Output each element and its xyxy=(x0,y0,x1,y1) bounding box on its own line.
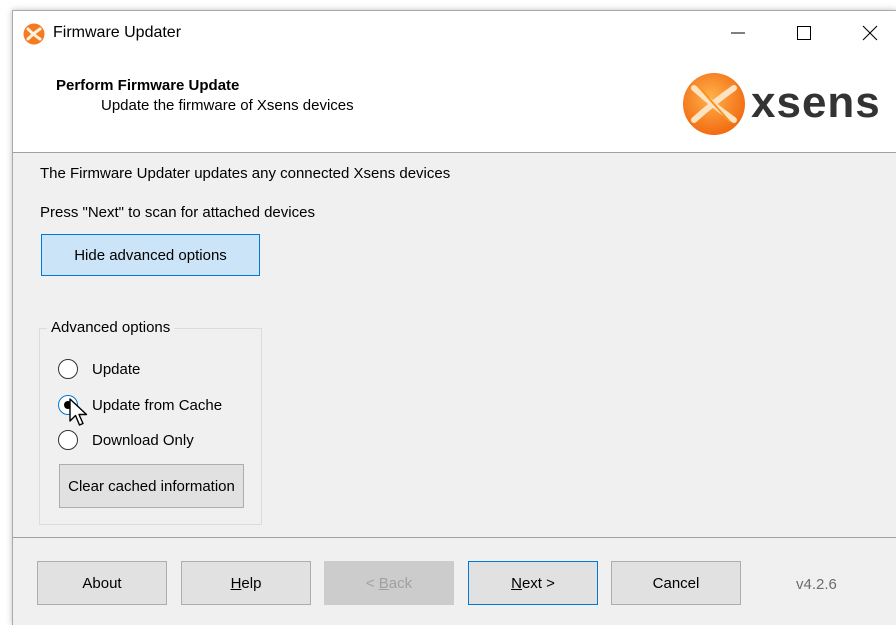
toggle-advanced-options-label: Hide advanced options xyxy=(74,246,227,264)
back-label: < Back xyxy=(366,575,412,592)
radio-download-only-label: Download Only xyxy=(92,431,194,449)
window-title: Firmware Updater xyxy=(53,24,182,41)
xsens-app-icon xyxy=(23,23,45,45)
cancel-label: Cancel xyxy=(652,574,700,592)
wizard-header: Perform Firmware Update Update the firmw… xyxy=(13,55,896,153)
page-title: Perform Firmware Update xyxy=(56,77,240,94)
close-icon xyxy=(862,25,878,41)
about-button[interactable]: About xyxy=(37,561,167,605)
xsens-logo-text: xsens xyxy=(751,78,881,127)
next-label-rest: ext > xyxy=(521,574,555,592)
footer-separator xyxy=(13,537,896,538)
help-mnemonic: H xyxy=(230,574,242,592)
minimize-icon xyxy=(731,32,745,34)
clear-cached-information-button[interactable]: Clear cached information xyxy=(59,464,244,508)
back-button[interactable]: < Back xyxy=(324,561,454,605)
title-bar: Firmware Updater xyxy=(13,11,896,55)
radio-update-circle[interactable] xyxy=(58,359,78,379)
back-mnemonic: B xyxy=(378,574,389,592)
about-label: About xyxy=(82,574,122,592)
minimize-button[interactable] xyxy=(715,11,761,55)
help-label-rest: elp xyxy=(241,574,262,592)
firmware-updater-window: Firmware Updater Perform Firmware Update… xyxy=(12,10,896,625)
close-button[interactable] xyxy=(847,11,893,55)
intro-text: The Firmware Updater updates any connect… xyxy=(40,165,451,182)
instruction-text: Press "Next" to scan for attached device… xyxy=(40,204,315,221)
back-label-rest: ack xyxy=(388,574,413,592)
radio-download-only[interactable]: Download Only xyxy=(58,428,194,452)
radio-update-label: Update xyxy=(92,360,141,378)
radio-update[interactable]: Update xyxy=(58,357,140,381)
toggle-advanced-options-button[interactable]: Hide advanced options xyxy=(41,234,260,276)
advanced-options-label: Advanced options xyxy=(47,319,175,336)
help-label: Help xyxy=(231,575,262,592)
next-label: Next > xyxy=(511,575,555,592)
maximize-button[interactable] xyxy=(781,11,827,55)
back-prefix: < xyxy=(365,574,379,592)
xsens-logo-icon xyxy=(683,73,745,135)
next-mnemonic: N xyxy=(511,574,522,592)
help-button[interactable]: Help xyxy=(181,561,311,605)
version-label: v4.2.6 xyxy=(796,576,837,593)
mouse-pointer-icon xyxy=(69,398,88,426)
radio-update-from-cache-label: Update from Cache xyxy=(92,396,223,414)
page-subtitle: Update the firmware of Xsens devices xyxy=(101,97,354,114)
cancel-button[interactable]: Cancel xyxy=(611,561,741,605)
clear-cached-information-label: Clear cached information xyxy=(68,477,235,495)
radio-download-only-circle[interactable] xyxy=(58,430,78,450)
next-button[interactable]: Next > xyxy=(468,561,598,605)
maximize-icon xyxy=(797,26,811,40)
